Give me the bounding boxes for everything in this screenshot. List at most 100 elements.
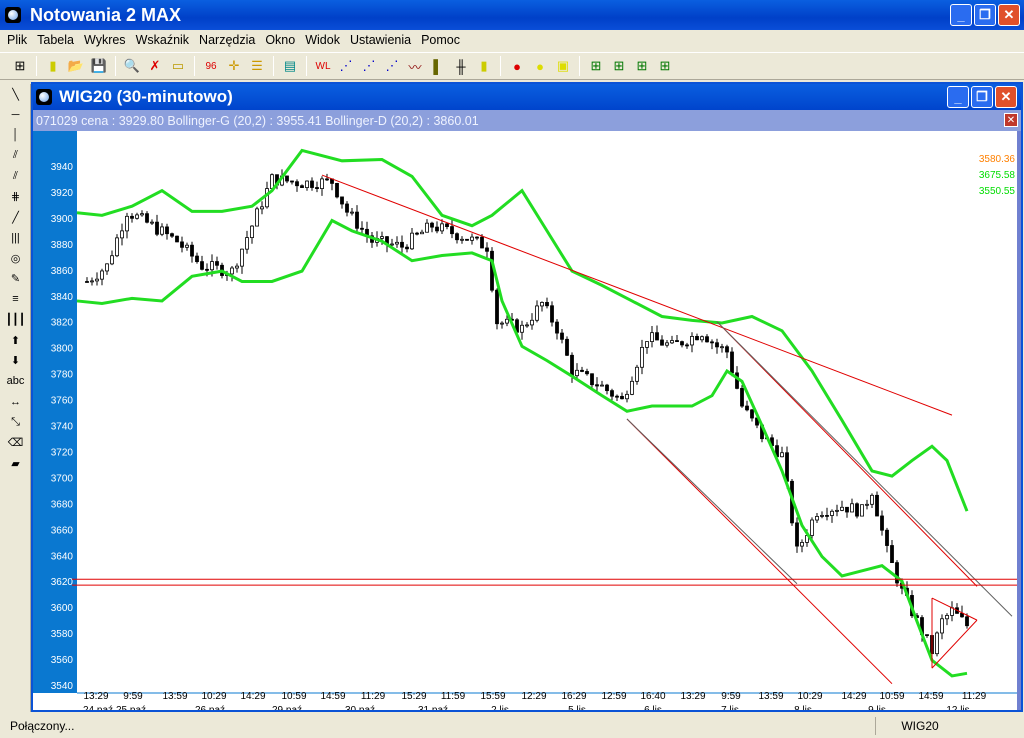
candle-body <box>795 522 799 547</box>
layout-1-icon[interactable]: ⊞ <box>586 56 606 76</box>
y-tick-label: 3860 <box>51 266 74 277</box>
candle-body <box>655 332 659 341</box>
arrow-down-icon[interactable]: ⬇ <box>0 351 31 372</box>
panel-icon[interactable]: ▤ <box>280 56 300 76</box>
parallel-tool-icon[interactable]: ╱ <box>0 207 31 228</box>
ruler-icon[interactable]: ▭ <box>168 56 188 76</box>
vertical-line-tool-icon[interactable]: │ <box>0 125 31 146</box>
x-tick-time: 12:59 <box>601 691 626 702</box>
zoom-icon[interactable]: 🔍 <box>122 56 142 76</box>
candle-body <box>530 319 534 326</box>
ohlc-icon[interactable]: ╫ <box>451 56 471 76</box>
fan-tool-icon[interactable]: ⫽ <box>0 166 31 187</box>
candle-body <box>395 241 399 245</box>
pencil-tool-icon[interactable]: ✎ <box>0 269 31 290</box>
eraser-all-icon[interactable]: ▰ <box>0 453 31 474</box>
open-folder-icon[interactable]: 📂 <box>66 56 86 76</box>
chart-window-title: WIG20 (30-minutowo) <box>59 87 233 106</box>
zigzag-icon-1[interactable]: ⋰ <box>336 56 356 76</box>
candle-body <box>325 178 329 181</box>
x-tick-time: 16:40 <box>640 691 665 702</box>
wl-icon[interactable]: WL <box>313 56 333 76</box>
zoom-cancel-icon[interactable]: ✗ <box>145 56 165 76</box>
candle-body <box>170 233 174 237</box>
move-tool-icon[interactable]: ↔ <box>0 392 31 413</box>
new-file-icon[interactable]: ▮ <box>43 56 63 76</box>
x-tick-date: 6 lis <box>644 705 662 710</box>
save-icon[interactable]: 💾 <box>89 56 109 76</box>
menu-okno[interactable]: Okno <box>260 33 300 47</box>
menu-narzedzia[interactable]: Narzędzia <box>194 33 260 47</box>
text-tool-icon[interactable]: abc <box>0 371 31 392</box>
menu-plik[interactable]: Plik <box>2 33 32 47</box>
menu-ustawienia[interactable]: Ustawienia <box>345 33 416 47</box>
lines-icon[interactable]: ☰ <box>247 56 267 76</box>
horizontal-line-tool-icon[interactable]: ─ <box>0 105 31 126</box>
candle-body <box>715 342 719 348</box>
traffic-light-icon[interactable]: ● <box>507 56 527 76</box>
y-tick-label: 3900 <box>51 214 74 225</box>
maximize-button[interactable]: ❐ <box>974 4 996 26</box>
candle-body <box>735 372 739 389</box>
candle-icon[interactable]: ▮ <box>474 56 494 76</box>
channel-tool-icon[interactable]: ⫽ <box>0 146 31 167</box>
zigzag-icon-3[interactable]: ⋰ <box>382 56 402 76</box>
layout-2-icon[interactable]: ⊞ <box>609 56 629 76</box>
candle-body <box>550 305 554 323</box>
add-indicator-icon[interactable]: ▣ <box>553 56 573 76</box>
info-close-button[interactable]: ✕ <box>1004 113 1018 127</box>
app-icon <box>5 7 21 23</box>
right-border <box>1017 131 1021 710</box>
candle-body <box>540 302 544 307</box>
candle-body <box>560 332 564 340</box>
chart-close-button[interactable]: ✕ <box>995 86 1017 108</box>
chart-minimize-button[interactable]: _ <box>947 86 969 108</box>
x-tick-time: 11:59 <box>441 691 466 702</box>
menu-widok[interactable]: Widok <box>300 33 345 47</box>
menu-pomoc[interactable]: Pomoc <box>416 33 465 47</box>
zigzag-icon-2[interactable]: ⋰ <box>359 56 379 76</box>
candle-body <box>425 222 429 233</box>
x-tick-date: 25 paź <box>116 705 146 710</box>
time-zones-tool-icon[interactable]: ┃┃┃ <box>0 310 31 331</box>
candle-body <box>495 289 499 325</box>
candle-body <box>90 280 94 283</box>
candle-body <box>525 324 529 327</box>
candle-body <box>340 196 344 205</box>
layout-4-icon[interactable]: ⊞ <box>655 56 675 76</box>
menu-wskaznik[interactable]: Wskaźnik <box>131 33 194 47</box>
price-chart[interactable]: 3940 3920 3900 3880 3860 3840 3820 3800 3780 3760… <box>33 131 1021 716</box>
app-title-bar: Notowania 2 MAX _ ❐ ✕ <box>0 0 1024 30</box>
candle-body <box>255 208 259 227</box>
candle-body <box>600 384 604 387</box>
chart-area[interactable]: 3940 3920 3900 3880 3860 3840 3820 3800 3780 3760… <box>33 131 1021 716</box>
line-chart-icon[interactable]: 〰 <box>405 56 425 76</box>
add-marker-icon[interactable]: ● <box>530 56 550 76</box>
eraser-icon[interactable]: ⌫ <box>0 433 31 454</box>
menu-tabela[interactable]: Tabela <box>32 33 79 47</box>
y-tick-label: 3840 <box>51 292 74 303</box>
bar-chart-icon[interactable]: ▌ <box>428 56 448 76</box>
diagonal-line-tool-icon[interactable]: ╲ <box>0 84 31 105</box>
fibonacci-tool-icon[interactable]: ≡ <box>0 289 31 310</box>
candle-body <box>410 232 414 250</box>
candle-body <box>750 409 754 419</box>
menu-wykres[interactable]: Wykres <box>79 33 131 47</box>
resize-tool-icon[interactable]: ⤡ <box>0 412 31 433</box>
gann-tool-icon[interactable]: ⋕ <box>0 187 31 208</box>
grid-icon[interactable]: ⊞ <box>10 56 30 76</box>
crosshair-icon[interactable]: ✛ <box>224 56 244 76</box>
vertical-lines-tool-icon[interactable]: ||| <box>0 228 31 249</box>
layout-3-icon[interactable]: ⊞ <box>632 56 652 76</box>
candle-body <box>215 261 219 266</box>
close-button[interactable]: ✕ <box>998 4 1020 26</box>
candle-body <box>380 236 384 239</box>
numbers-icon[interactable]: 96 <box>201 56 221 76</box>
chart-maximize-button[interactable]: ❐ <box>971 86 993 108</box>
candle-body <box>115 237 119 257</box>
arrow-up-icon[interactable]: ⬆ <box>0 330 31 351</box>
candle-body <box>165 226 169 235</box>
candle-body <box>360 227 364 230</box>
arc-tool-icon[interactable]: ◎ <box>0 248 31 269</box>
minimize-button[interactable]: _ <box>950 4 972 26</box>
